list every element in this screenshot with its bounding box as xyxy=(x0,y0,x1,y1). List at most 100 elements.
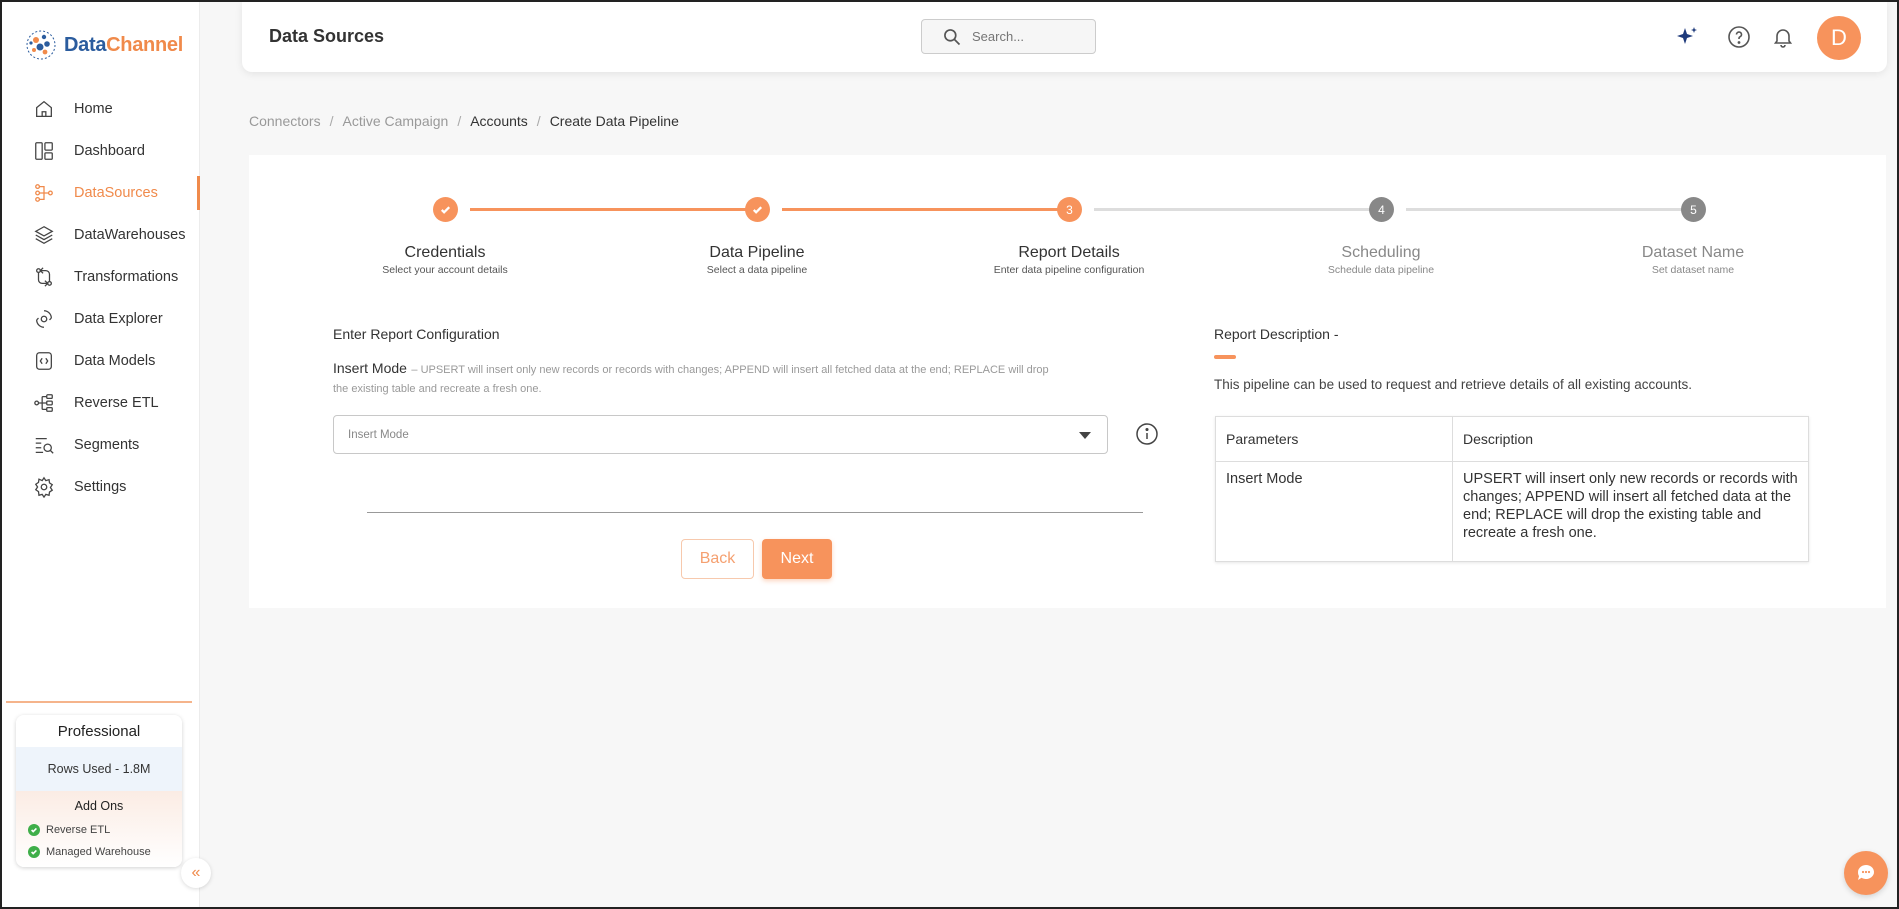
sidebar-item-datawarehouses[interactable]: DataWarehouses xyxy=(2,214,200,256)
sidebar-item-label: Home xyxy=(74,101,113,117)
sidebar-item-data-explorer[interactable]: Data Explorer xyxy=(2,298,200,340)
data-models-icon xyxy=(32,349,56,373)
step-subtitle: Enter data pipeline configuration xyxy=(993,264,1145,276)
breadcrumb-connectors[interactable]: Connectors xyxy=(249,113,321,129)
table-header-row: Parameters Description xyxy=(1215,416,1809,462)
search-box[interactable] xyxy=(921,19,1096,54)
report-description-title: Report Description - xyxy=(1214,326,1339,342)
search-icon xyxy=(944,28,961,45)
layers-icon xyxy=(32,223,56,247)
bell-icon xyxy=(1773,29,1793,48)
stepper-connector-done xyxy=(470,208,760,211)
top-header: Data Sources D xyxy=(242,2,1887,72)
sidebar-item-label: Segments xyxy=(74,437,140,453)
sidebar-nav: Home Dashboard DataSources DataWarehouse… xyxy=(2,88,200,508)
explorer-icon xyxy=(32,307,56,331)
table-row: Insert Mode UPSERT will insert only new … xyxy=(1215,461,1809,562)
report-description-text: This pipeline can be used to request and… xyxy=(1214,377,1693,392)
sidebar-item-settings[interactable]: Settings xyxy=(2,466,200,508)
step-subtitle: Set dataset name xyxy=(1651,264,1735,276)
home-icon xyxy=(32,97,56,121)
breadcrumb-current: Create Data Pipeline xyxy=(549,113,679,129)
sidebar-item-home[interactable]: Home xyxy=(2,88,200,130)
sparkle-icon xyxy=(1677,27,1697,44)
step-title: Scheduling xyxy=(1341,244,1421,261)
next-button[interactable]: Next xyxy=(762,539,832,579)
addons-title: Add Ons xyxy=(74,799,124,813)
check-circle-icon xyxy=(28,846,40,858)
table-cell-parameter: Insert Mode xyxy=(1215,461,1453,562)
info-icon[interactable] xyxy=(1135,422,1159,446)
datachannel-logo-icon xyxy=(26,30,56,60)
sidebar-item-segments[interactable]: Segments xyxy=(2,424,200,466)
back-button[interactable]: Back xyxy=(681,539,754,579)
sidebar-item-datasources[interactable]: DataSources xyxy=(2,172,200,214)
sidebar-item-label: DataWarehouses xyxy=(74,227,186,243)
plan-name: Professional xyxy=(16,715,182,747)
sidebar-item-dashboard[interactable]: Dashboard xyxy=(2,130,200,172)
sidebar-item-data-models[interactable]: Data Models xyxy=(2,340,200,382)
insert-mode-placeholder: Insert Mode xyxy=(348,428,409,441)
segments-icon xyxy=(32,433,56,457)
breadcrumb-active-campaign[interactable]: Active Campaign xyxy=(342,113,448,129)
gear-icon xyxy=(32,475,56,499)
stepper-connector-pending xyxy=(1094,208,1384,211)
check-circle-icon xyxy=(28,824,40,836)
reverse-etl-icon xyxy=(32,391,56,415)
sidebar-item-label: Data Explorer xyxy=(74,311,163,327)
form-divider xyxy=(367,512,1143,513)
breadcrumb: Connectors / Active Campaign / Accounts … xyxy=(249,113,679,129)
column-header-description: Description xyxy=(1452,416,1809,462)
breadcrumb-separator: / xyxy=(329,113,334,129)
collapse-sidebar-button[interactable]: « xyxy=(181,858,211,888)
dashboard-icon xyxy=(32,139,56,163)
table-cell-description: UPSERT will insert only new records or r… xyxy=(1452,461,1809,562)
step-subtitle: Select a data pipeline xyxy=(706,264,808,276)
column-header-parameters: Parameters xyxy=(1215,416,1453,462)
sidebar-item-label: Reverse ETL xyxy=(74,395,159,411)
datasources-icon xyxy=(32,181,56,205)
addon-item: Managed Warehouse xyxy=(16,841,182,863)
sidebar-item-reverse-etl[interactable]: Reverse ETL xyxy=(2,382,200,424)
insert-mode-label: Insert Mode – UPSERT will insert only ne… xyxy=(333,360,1063,398)
insert-mode-label-text: Insert Mode xyxy=(333,360,407,376)
logo-text: DataChannel xyxy=(64,34,183,57)
addon-label: Reverse ETL xyxy=(46,824,111,836)
plan-card: Professional Rows Used - 1.8M Add Ons Re… xyxy=(16,715,182,867)
step-4-indicator: 4 xyxy=(1369,197,1394,222)
chat-support-button[interactable] xyxy=(1844,851,1888,895)
breadcrumb-separator: / xyxy=(457,113,462,129)
sidebar-item-label: Dashboard xyxy=(74,143,145,159)
step-subtitle: Select your account details xyxy=(382,264,508,276)
logo[interactable]: DataChannel xyxy=(24,28,183,62)
rows-used: Rows Used - 1.8M xyxy=(16,747,182,791)
step-title: Report Details xyxy=(1018,244,1120,261)
plan-divider xyxy=(6,701,192,703)
sidebar-item-transformations[interactable]: Transformations xyxy=(2,256,200,298)
step-2-check-icon xyxy=(745,197,770,222)
step-3-indicator: 3 xyxy=(1057,197,1082,222)
step-1-check-icon xyxy=(433,197,458,222)
step-5-indicator: 5 xyxy=(1681,197,1706,222)
logo-text-data: Data xyxy=(64,33,107,56)
avatar[interactable]: D xyxy=(1817,16,1861,60)
parameters-table: Parameters Description Insert Mode UPSER… xyxy=(1215,416,1809,562)
search-input[interactable] xyxy=(972,29,1082,44)
caret-down-icon xyxy=(1079,432,1091,439)
breadcrumb-accounts[interactable]: Accounts xyxy=(470,113,528,129)
ai-sparkle-button[interactable] xyxy=(1672,22,1702,52)
addon-label: Managed Warehouse xyxy=(46,846,151,858)
help-button[interactable] xyxy=(1724,22,1754,52)
app-window: DataChannel Home Dashboard DataSources D… xyxy=(0,0,1899,909)
pipeline-card: 3 4 5 Credentials Select your account de… xyxy=(249,155,1886,608)
sidebar-item-label: DataSources xyxy=(74,185,158,201)
sidebar-item-label: Settings xyxy=(74,479,127,495)
help-icon xyxy=(1728,26,1750,48)
addon-item: Reverse ETL xyxy=(16,819,182,841)
insert-mode-select[interactable]: Insert Mode xyxy=(333,415,1108,454)
sidebar-item-label: Transformations xyxy=(74,269,179,285)
step-subtitle: Schedule data pipeline xyxy=(1327,264,1435,276)
stepper-connector-pending xyxy=(1406,208,1696,211)
logo-text-channel: Channel xyxy=(106,33,183,56)
notifications-button[interactable] xyxy=(1768,22,1798,52)
